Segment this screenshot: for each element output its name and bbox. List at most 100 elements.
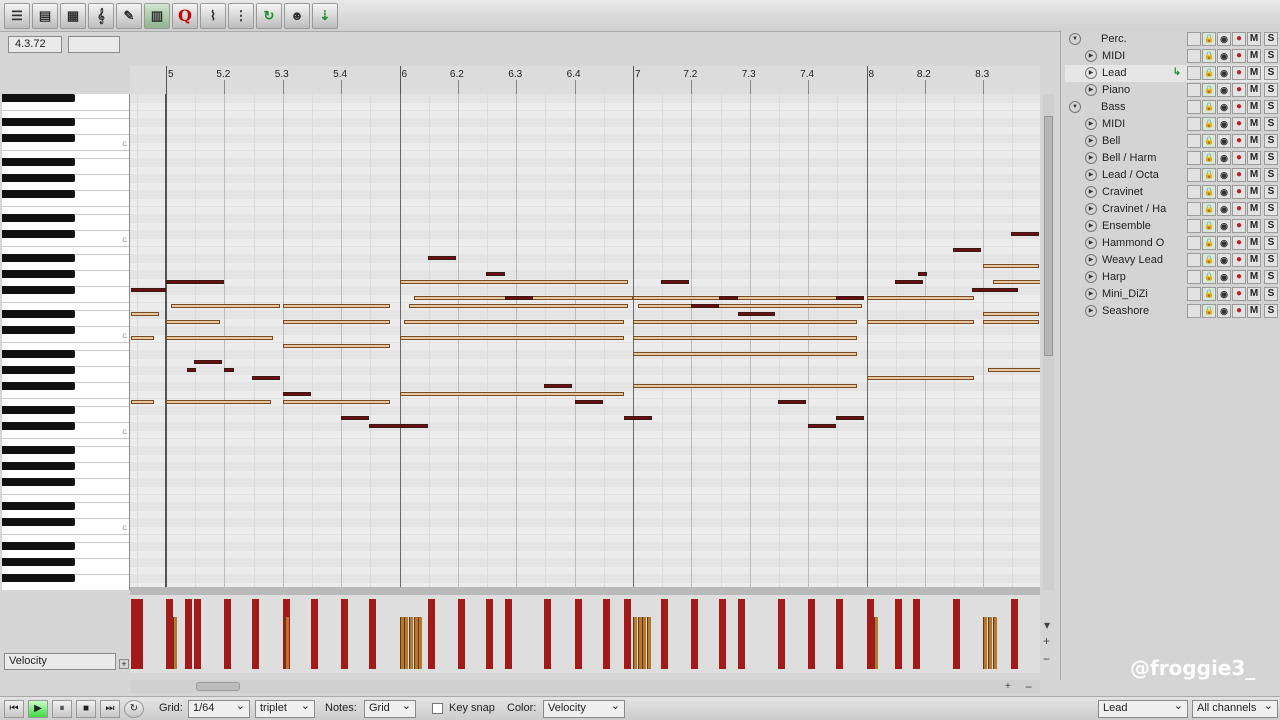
eye-icon[interactable]: ◉ <box>1217 270 1231 284</box>
zoom-in-icon[interactable]: + <box>1005 681 1011 692</box>
mute-button[interactable]: M <box>1247 304 1261 318</box>
track-expand-icon[interactable]: ▶ <box>1085 169 1097 181</box>
midi-note[interactable] <box>399 280 629 284</box>
menu-icon[interactable]: ☰ <box>4 2 30 29</box>
track-checkbox[interactable] <box>1187 219 1201 233</box>
loop-icon[interactable]: ↻ <box>256 2 282 29</box>
velocity-bar[interactable] <box>987 616 992 669</box>
piano-roll-icon[interactable]: ▥ <box>144 2 170 29</box>
midi-note[interactable] <box>166 400 272 404</box>
velocity-bar[interactable] <box>544 599 552 669</box>
midi-note[interactable] <box>987 368 1040 372</box>
midi-note[interactable] <box>574 400 603 404</box>
midi-note[interactable] <box>131 400 155 404</box>
midi-note[interactable] <box>992 280 1040 284</box>
lock-icon[interactable]: 🔒 <box>1202 202 1216 216</box>
route-icon[interactable] <box>1170 219 1184 233</box>
velocity-bar[interactable] <box>310 599 318 669</box>
eye-icon[interactable]: ◉ <box>1217 287 1231 301</box>
stop-button[interactable]: ■ <box>76 700 96 718</box>
velocity-bar[interactable] <box>913 599 921 669</box>
black-key[interactable] <box>2 326 75 334</box>
velocity-bar[interactable] <box>404 616 409 669</box>
horizontal-scrollbar[interactable] <box>130 680 1040 693</box>
black-key[interactable] <box>2 558 75 566</box>
track-row[interactable]: ▶ Ensemble 🔒 ◉ ● M S <box>1065 218 1279 235</box>
eye-icon[interactable]: ◉ <box>1217 32 1231 46</box>
record-arm-icon[interactable]: ● <box>1232 304 1246 318</box>
track-row[interactable]: ▶ Lead ↳ 🔒 ◉ ● M S <box>1065 65 1279 82</box>
midi-note[interactable] <box>399 336 624 340</box>
track-checkbox[interactable] <box>1187 168 1201 182</box>
lock-icon[interactable]: 🔒 <box>1202 270 1216 284</box>
play-button[interactable]: ▶ <box>28 700 48 718</box>
midi-note[interactable] <box>485 272 505 276</box>
record-arm-icon[interactable]: ● <box>1232 49 1246 63</box>
midi-note[interactable] <box>836 296 865 300</box>
velocity-bar[interactable] <box>166 599 174 669</box>
add-lane-button[interactable]: + <box>119 659 129 669</box>
lock-icon[interactable]: 🔒 <box>1202 100 1216 114</box>
midi-note[interactable] <box>282 344 391 348</box>
lane-divider[interactable] <box>130 587 1040 595</box>
velocity-bar[interactable] <box>866 599 874 669</box>
midi-note[interactable] <box>166 336 274 340</box>
track-row[interactable]: ▶ Cravinet 🔒 ◉ ● M S <box>1065 184 1279 201</box>
eye-icon[interactable]: ◉ <box>1217 66 1231 80</box>
velocity-bar[interactable] <box>633 616 638 669</box>
eye-icon[interactable]: ◉ <box>1217 304 1231 318</box>
midi-note[interactable] <box>633 352 858 356</box>
solo-button[interactable]: S <box>1264 66 1278 80</box>
lane-scroll-up-icon[interactable]: ▾ <box>1044 618 1050 632</box>
record-input-icon[interactable]: ⇣ <box>312 2 338 29</box>
track-expand-icon[interactable]: ▶ <box>1085 220 1097 232</box>
skip-forward-icon[interactable]: ⏭ <box>100 700 120 718</box>
black-key[interactable] <box>2 310 75 318</box>
velocity-bar[interactable] <box>173 616 178 669</box>
midi-note[interactable] <box>282 320 391 324</box>
midi-note[interactable] <box>633 336 858 340</box>
track-row[interactable]: ▶ MIDI 🔒 ◉ ● M S <box>1065 116 1279 133</box>
eye-icon[interactable]: ◉ <box>1217 202 1231 216</box>
track-expand-icon[interactable]: ▶ <box>1085 135 1097 147</box>
zoom-out-icon[interactable]: − <box>1025 680 1032 694</box>
black-key[interactable] <box>2 502 75 510</box>
route-icon[interactable] <box>1170 100 1184 114</box>
solo-button[interactable]: S <box>1264 219 1278 233</box>
position-display[interactable]: 4.3.72 <box>8 36 62 53</box>
track-row[interactable]: ▶ MIDI 🔒 ◉ ● M S <box>1065 48 1279 65</box>
midi-note[interactable] <box>194 360 223 364</box>
track-expand-icon[interactable]: ▶ <box>1085 186 1097 198</box>
track-expand-icon[interactable]: ▶ <box>1085 152 1097 164</box>
skip-back-icon[interactable]: ⏮ <box>4 700 24 718</box>
black-key[interactable] <box>2 422 75 430</box>
record-arm-icon[interactable]: ● <box>1232 168 1246 182</box>
solo-button[interactable]: S <box>1264 151 1278 165</box>
mute-button[interactable]: M <box>1247 66 1261 80</box>
black-key[interactable] <box>2 158 75 166</box>
track-row[interactable]: ▶ Weavy Lead 🔒 ◉ ● M S <box>1065 252 1279 269</box>
horizontal-scroll-thumb[interactable] <box>196 682 240 691</box>
eye-icon[interactable]: ◉ <box>1217 236 1231 250</box>
midi-note[interactable] <box>866 296 974 300</box>
pause-button[interactable]: ⏸ <box>52 700 72 718</box>
record-arm-icon[interactable]: ● <box>1232 236 1246 250</box>
record-arm-icon[interactable]: ● <box>1232 100 1246 114</box>
lock-icon[interactable]: 🔒 <box>1202 49 1216 63</box>
track-row[interactable]: ▶ Bell 🔒 ◉ ● M S <box>1065 133 1279 150</box>
length-display[interactable] <box>68 36 120 53</box>
velocity-bar[interactable] <box>719 599 727 669</box>
black-key[interactable] <box>2 270 75 278</box>
velocity-bar[interactable] <box>642 616 647 669</box>
midi-note[interactable] <box>170 304 281 308</box>
solo-button[interactable]: S <box>1264 304 1278 318</box>
midi-note[interactable] <box>427 256 456 260</box>
route-icon[interactable] <box>1170 202 1184 216</box>
grid-type-select[interactable]: triplet <box>255 699 315 718</box>
solo-button[interactable]: S <box>1264 100 1278 114</box>
mute-button[interactable]: M <box>1247 185 1261 199</box>
route-icon[interactable]: ↳ <box>1170 66 1184 80</box>
velocity-bar[interactable] <box>574 599 582 669</box>
solo-button[interactable]: S <box>1264 236 1278 250</box>
track-row[interactable]: ▼ Bass 🔒 ◉ ● M S <box>1065 99 1279 116</box>
